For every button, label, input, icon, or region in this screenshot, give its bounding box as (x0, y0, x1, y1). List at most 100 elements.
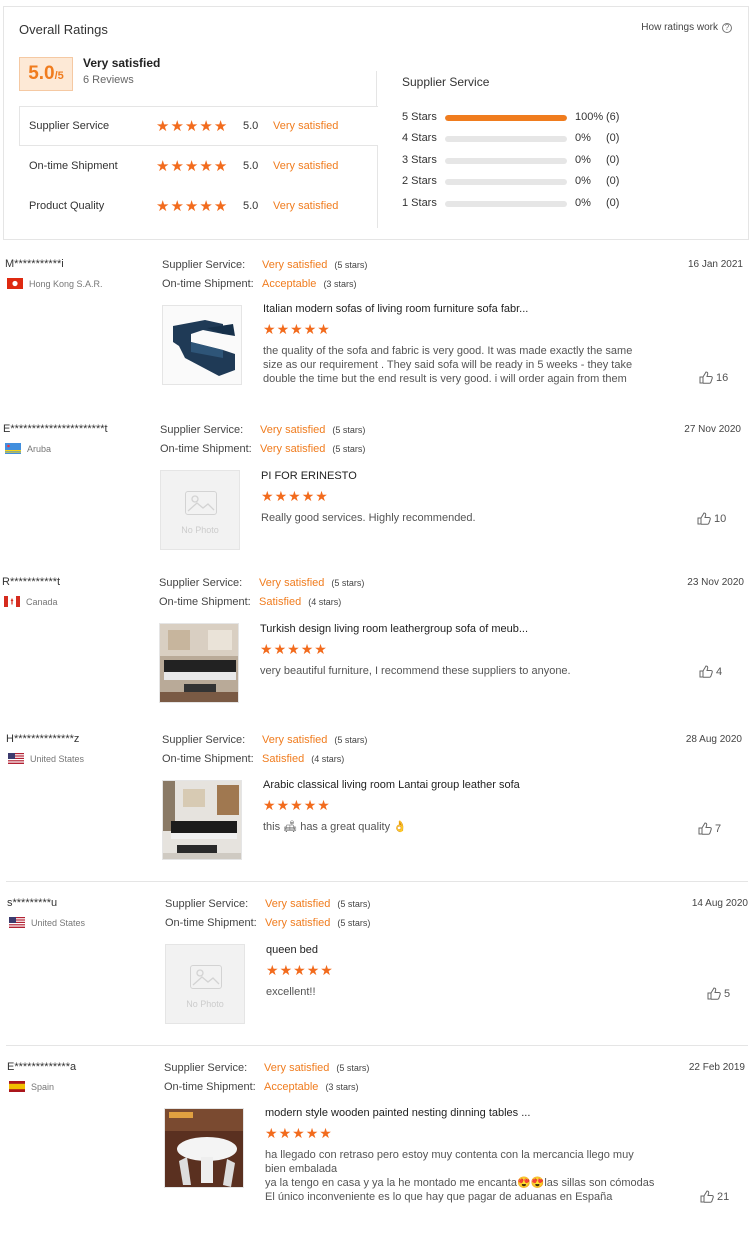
like-button[interactable]: 10 (697, 512, 726, 525)
distribution-percent: 0% (575, 132, 591, 144)
product-image[interactable] (162, 305, 242, 385)
us-flag (9, 917, 25, 928)
shipment-stars: (3 stars) (323, 279, 357, 289)
overall-score: 5.0 (28, 63, 55, 84)
product-title[interactable]: queen bed (266, 944, 318, 956)
thumbs-up-icon[interactable] (699, 371, 713, 384)
thumbs-up-icon[interactable] (707, 987, 721, 1000)
reviewer-name: E**********************t (3, 423, 108, 435)
product-title[interactable]: Turkish design living room leathergroup … (260, 623, 528, 635)
product-title[interactable]: Arabic classical living room Lantai grou… (263, 779, 520, 791)
hong-kong-flag (7, 278, 23, 289)
review-item: M***********i Hong Kong S.A.R. Supplier … (0, 258, 750, 408)
shipment-value: Acceptable (264, 1081, 319, 1093)
distribution-bar-fill (445, 115, 567, 121)
supplier-service-stars: (5 stars) (336, 1063, 370, 1073)
like-count: 4 (716, 665, 723, 678)
star-icon: ★ (303, 797, 317, 813)
star-icon: ★ (199, 197, 213, 215)
like-count: 21 (717, 1190, 730, 1203)
category-row-supplier-service[interactable]: Supplier Service ★ ★ ★ ★ ★ 5.0 Very satisfie… (19, 106, 379, 146)
star-icon: ★ (276, 797, 290, 813)
supplier-service-rating: Supplier Service: Very satisfied (5 star… (164, 1062, 369, 1074)
product-rating-stars: ★ ★ ★ ★ ★ (265, 1126, 332, 1140)
like-button[interactable]: 4 (699, 665, 722, 678)
shipment-stars: (5 stars) (332, 444, 366, 454)
product-image[interactable] (164, 1108, 244, 1188)
distribution-title: Supplier Service (402, 75, 490, 89)
review-divider (6, 881, 748, 882)
product-rating-stars: ★ ★ ★ ★ ★ (266, 963, 333, 977)
like-button[interactable]: 7 (698, 822, 721, 835)
reviewer-country: Hong Kong S.A.R. (7, 278, 103, 289)
star-icon: ★ (314, 641, 327, 657)
reviewer-country: Canada (4, 596, 58, 607)
star-icon: ★ (199, 157, 213, 175)
star-icon: ★ (213, 197, 228, 215)
supplier-service-stars: (5 stars) (334, 735, 368, 745)
reviewer-name: E*************a (7, 1061, 77, 1073)
supplier-service-label: Supplier Service: (164, 1062, 248, 1074)
distribution-count: (6) (606, 111, 620, 123)
supplier-service-label: Supplier Service: (162, 259, 246, 271)
shipment-label: On-time Shipment: (165, 917, 257, 929)
distribution-bar (445, 158, 567, 164)
category-label[interactable]: On-time Shipment (29, 160, 118, 172)
reviewer-country: United States (9, 917, 85, 928)
overall-score-max: /5 (54, 70, 64, 82)
star-icon: ★ (290, 321, 303, 337)
category-row-product-quality[interactable]: Product Quality ★ ★ ★ ★ ★ 5.0 Very satisfied (19, 186, 379, 226)
category-satisfaction: Very satisfied (273, 160, 339, 172)
product-image[interactable]: No Photo (165, 944, 245, 1024)
category-label[interactable]: Product Quality (29, 200, 104, 212)
distribution-percent: 100% (575, 111, 604, 123)
category-score: 5.0 (243, 200, 259, 212)
thumbs-up-icon[interactable] (699, 665, 713, 678)
category-row-on-time-shipment[interactable]: On-time Shipment ★ ★ ★ ★ ★ 5.0 Very satisfie… (19, 146, 379, 186)
like-button[interactable]: 21 (700, 1190, 729, 1203)
distribution-percent: 0% (575, 154, 591, 166)
product-title[interactable]: PI FOR ERINESTO (261, 470, 357, 482)
star-icon: ★ (261, 488, 274, 504)
star-icon: ★ (319, 1125, 332, 1141)
star-icon: ★ (301, 488, 315, 504)
reviewer-country: Spain (9, 1081, 54, 1092)
thumbs-up-icon[interactable] (697, 512, 711, 525)
shipment-label: On-time Shipment: (160, 443, 252, 455)
category-satisfaction: Very satisfied (273, 120, 339, 132)
product-image[interactable] (162, 780, 242, 860)
like-button[interactable]: 16 (699, 371, 728, 384)
product-title[interactable]: modern style wooden painted nesting dinn… (265, 1107, 530, 1119)
question-icon[interactable]: ? (722, 22, 732, 33)
shipment-label: On-time Shipment: (159, 596, 251, 608)
star-icon: ★ (156, 157, 170, 175)
how-ratings-work-link[interactable]: How ratings work ? (641, 22, 732, 33)
supplier-service-label: Supplier Service: (159, 577, 243, 589)
thumbs-up-icon[interactable] (700, 1190, 714, 1203)
reviewer-country: United States (8, 753, 84, 764)
review-divider (6, 1045, 748, 1046)
star-icon: ★ (278, 1125, 292, 1141)
supplier-service-stars: (5 stars) (337, 899, 371, 909)
no-photo-label: No Photo (181, 525, 219, 535)
reviews-count: 6 Reviews (83, 74, 134, 86)
product-image[interactable]: No Photo (160, 470, 240, 550)
star-icon: ★ (156, 197, 170, 215)
thumbs-up-icon[interactable] (698, 822, 712, 835)
supplier-service-value: Very satisfied (259, 577, 325, 589)
review-item: E**********************t Aruba Supplier … (0, 423, 750, 573)
like-count: 16 (716, 371, 729, 384)
us-flag (8, 753, 24, 764)
review-item: E*************a Spain Supplier Service: … (0, 1061, 750, 1211)
how-ratings-work-label[interactable]: How ratings work (641, 22, 718, 33)
spain-flag (9, 1081, 25, 1092)
product-image[interactable] (159, 623, 239, 703)
category-label[interactable]: Supplier Service (29, 120, 109, 132)
review-text: ha llegado con retraso pero estoy muy co… (265, 1149, 655, 1203)
canada-flag (4, 596, 20, 607)
shipment-label: On-time Shipment: (162, 753, 254, 765)
product-title[interactable]: Italian modern sofas of living room furn… (263, 303, 528, 315)
like-button[interactable]: 5 (707, 987, 730, 1000)
shipment-rating: On-time Shipment: Very satisfied (5 star… (160, 443, 365, 455)
star-icon: ★ (315, 488, 328, 504)
